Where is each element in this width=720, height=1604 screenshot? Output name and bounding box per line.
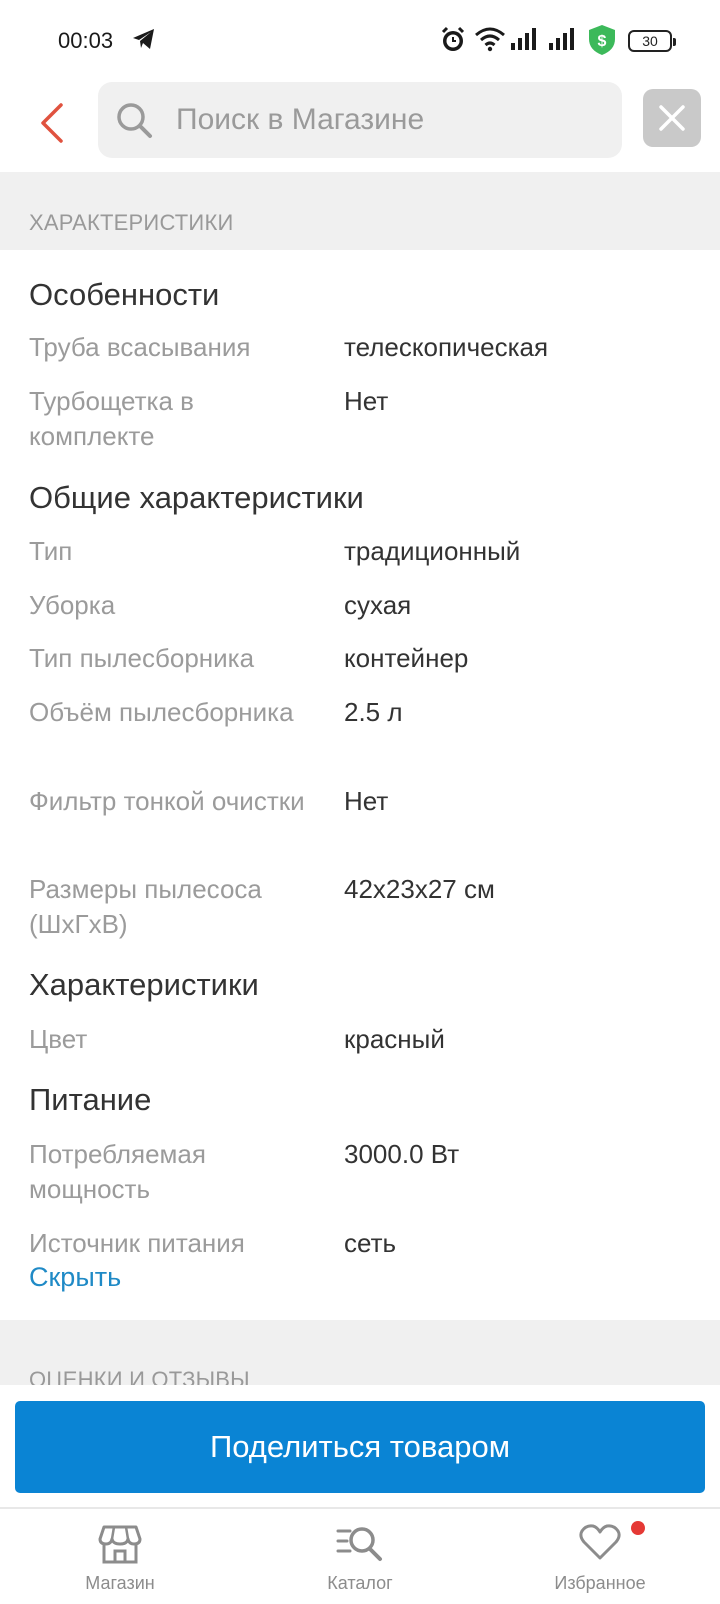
heart-icon	[579, 1523, 621, 1566]
search-icon	[114, 100, 154, 145]
back-button[interactable]	[30, 94, 74, 152]
wifi-icon	[474, 26, 506, 57]
spec-value: контейнер	[344, 643, 469, 673]
signal-icon	[548, 26, 576, 57]
spec-value: сеть	[344, 1228, 397, 1258]
bottom-nav: Магазин Каталог Избранное	[0, 1507, 720, 1604]
chevron-left-icon	[41, 103, 63, 143]
search-input[interactable]	[176, 82, 606, 158]
search-box[interactable]	[98, 82, 622, 158]
reviews-section-title: ОЦЕНКИ И ОТЗЫВЫ	[29, 1367, 250, 1385]
catalog-search-icon	[336, 1523, 384, 1568]
spec-label: Цвет	[29, 1024, 88, 1054]
spec-group-title: Особенности	[29, 277, 220, 312]
nav-label: Избранное	[554, 1573, 646, 1593]
spec-value: Нет	[344, 786, 389, 816]
search-header	[0, 82, 720, 172]
signal-icon	[510, 26, 538, 57]
store-icon	[98, 1523, 142, 1570]
specs-section-title: ХАРАКТЕРИСТИКИ	[29, 210, 234, 235]
reviews-section-header: ОЦЕНКИ И ОТЗЫВЫ	[0, 1320, 720, 1385]
spec-value: красный	[344, 1024, 445, 1054]
spec-group-title: Общие характеристики	[29, 480, 364, 515]
share-product-button[interactable]: Поделиться товаром	[15, 1401, 705, 1493]
hide-specs-link[interactable]: Скрыть	[29, 1262, 121, 1293]
spec-label: Источник питания	[29, 1228, 245, 1258]
nav-item-catalog[interactable]: Каталог	[260, 1509, 460, 1604]
spec-group-title: Характеристики	[29, 967, 259, 1002]
alarm-icon	[440, 26, 466, 59]
shield-dollar-icon: $	[588, 24, 616, 61]
svg-text:$: $	[598, 33, 607, 50]
spec-label: Турбощетка в комплекте	[29, 386, 194, 451]
spec-label: Фильтр тонкой очистки	[29, 786, 305, 816]
spec-value: 3000.0 Вт	[344, 1139, 460, 1169]
nav-item-favorites[interactable]: Избранное	[500, 1509, 700, 1604]
spec-value: сухая	[344, 590, 412, 620]
spec-label: Размеры пылесоса (ШхГхВ)	[29, 874, 262, 939]
telegram-icon	[131, 26, 157, 57]
spec-value: телескопическая	[344, 332, 549, 362]
spec-value: Нет	[344, 386, 389, 416]
spec-label: Труба всасывания	[29, 332, 251, 362]
spec-label: Уборка	[29, 590, 116, 620]
spec-group-title: Питание	[29, 1082, 152, 1117]
spec-value: 2.5 л	[344, 697, 403, 727]
specs-section-header: ХАРАКТЕРИСТИКИ	[0, 172, 720, 250]
spec-label: Тип	[29, 536, 73, 566]
spec-label: Объём пылесборника	[29, 697, 294, 727]
spec-label: Тип пылесборника	[29, 643, 255, 673]
spec-value: 42x23x27 см	[344, 874, 495, 904]
battery-icon: 30	[628, 30, 676, 52]
status-time: 00:03	[58, 28, 114, 53]
close-icon	[659, 105, 685, 131]
spec-value: традиционный	[344, 536, 521, 566]
nav-item-store[interactable]: Магазин	[20, 1509, 220, 1604]
clear-search-button[interactable]	[643, 89, 701, 147]
spec-label: Потребляемая мощность	[29, 1139, 206, 1204]
nav-label: Магазин	[85, 1573, 155, 1593]
nav-label: Каталог	[327, 1573, 393, 1593]
favorites-badge	[631, 1521, 645, 1535]
status-bar: 00:03 $ 30	[0, 0, 720, 82]
